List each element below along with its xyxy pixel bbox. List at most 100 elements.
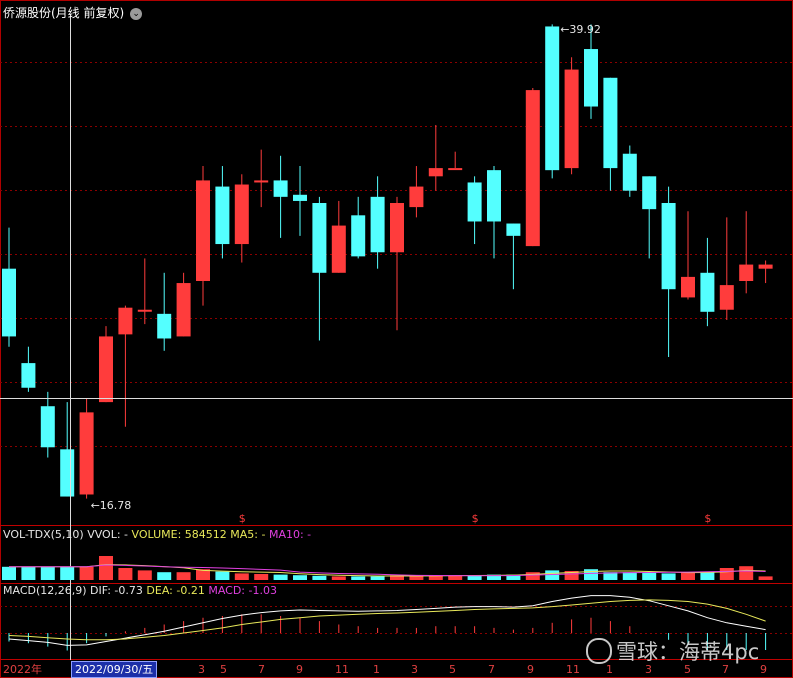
candle-body [506,223,521,236]
volume-indicator-label[interactable]: VOL-TDX(5,10) [3,528,84,541]
volume-bar [273,574,288,580]
ma10-value: MA10: - [268,528,312,541]
volume-bar [137,570,152,580]
volume-bar [525,572,540,580]
volume-bar [739,566,754,580]
low-price-label: ←16.78 [91,499,132,512]
candle-body [642,176,657,210]
volume-bar [622,572,637,580]
volume-bar [2,566,16,580]
candle-body [661,202,676,290]
x-axis-tick-label: 9 [527,663,534,676]
x-axis-tick-label: 9 [760,663,767,676]
candle-body [215,186,230,245]
dividend-marker: $ [239,512,246,525]
candle-body [525,90,540,247]
x-axis-tick-label: 7 [258,663,265,676]
candle-body [196,180,210,282]
candlestick-chart: ←39.92←16.78$ $ $2022年 3 5 7 9 11 1 3 5 7 9 11 1 3 5 7 9 [0,0,793,678]
volume-bar [21,566,36,580]
vvol-value: VVOL: - [87,528,129,541]
candle-body [603,77,618,169]
stock-title: 侨源股份(月线 前复权) [3,6,125,20]
candle-body [21,363,36,388]
snowball-logo-icon [586,638,612,664]
x-axis-tick-label: 3 [411,663,418,676]
dividend-marker: $ [472,512,479,525]
volume-value: VOLUME: 584512 [131,528,227,541]
candle-body [234,184,249,245]
x-axis-tick-label: 3 [198,663,205,676]
candle-body [60,449,75,497]
macd-legend: MACD(12,26,9) DIF: -0.73 DEA: -0.21 MACD… [3,584,277,597]
candle-body [700,272,715,312]
volume-bar [293,575,307,580]
volume-bar [176,572,191,580]
candle-body [758,264,773,269]
volume-bar [719,568,734,580]
candle-body [681,276,695,298]
volume-bar [312,575,327,580]
watermark: 雪球：海蒂4pc [586,636,759,666]
candle-body [487,170,501,222]
cursor-date-label: 2022/09/30/五 [71,661,158,678]
candle-body [370,196,385,253]
candle-body [428,168,443,177]
candle-body [40,406,55,448]
volume-bar [370,576,385,580]
volume-bar [545,570,560,580]
candle-body [331,225,346,273]
x-axis-tick-label: 11 [566,663,580,676]
macd-value: MACD: -1.03 [208,584,277,597]
volume-bar [234,573,249,580]
volume-bar [60,566,75,580]
candle-body [137,309,152,312]
volume-bar [40,566,55,580]
candle-body [312,202,327,273]
candle-body [467,182,482,222]
candle-body [584,49,598,107]
volume-bar [681,572,695,580]
candle-body [118,307,133,335]
x-axis-tick-label: 2022年 [3,662,42,676]
chevron-down-icon[interactable]: ⌄ [130,8,143,20]
volume-bar [118,568,133,580]
volume-bar [79,566,94,580]
volume-bar [642,572,657,580]
volume-bar [99,556,113,580]
candle-body [254,180,269,183]
candle-body [176,283,191,337]
dif-value: DIF: -0.73 [90,584,143,597]
volume-bar [584,569,598,580]
x-axis-tick-label: 9 [296,663,303,676]
x-axis-tick-label: 11 [335,663,349,676]
volume-legend: VOL-TDX(5,10) VVOL: - VOLUME: 584512 MA5… [3,528,311,541]
candle-body [545,26,560,171]
dea-line [8,599,766,641]
candle-body [157,313,172,339]
ma5-value: MA5: - [230,528,266,541]
candle-body [622,153,637,191]
dea-value: DEA: -0.21 [146,584,205,597]
dividend-marker: $ [704,512,711,525]
candle-body [739,264,754,282]
x-axis-tick-label: 7 [488,663,495,676]
candle-body [351,215,366,257]
volume-bar [254,574,269,580]
volume-bar [758,576,773,580]
candle-body [2,268,16,337]
candle-body [448,168,463,171]
high-price-label: ←39.92 [560,23,601,36]
volume-bar [215,571,230,580]
candle-body [273,180,288,197]
chart-header: 侨源股份(月线 前复权) ⌄ [3,4,143,21]
volume-bar [157,572,172,580]
candle-body [79,412,94,495]
candle-body [99,336,113,403]
macd-indicator-label[interactable]: MACD(12,26,9) [3,584,87,597]
x-axis-tick-label: 5 [220,663,227,676]
x-axis-tick-label: 1 [373,663,380,676]
volume-bar [351,576,366,580]
x-axis-tick-label: 5 [449,663,456,676]
volume-bar [331,576,346,580]
